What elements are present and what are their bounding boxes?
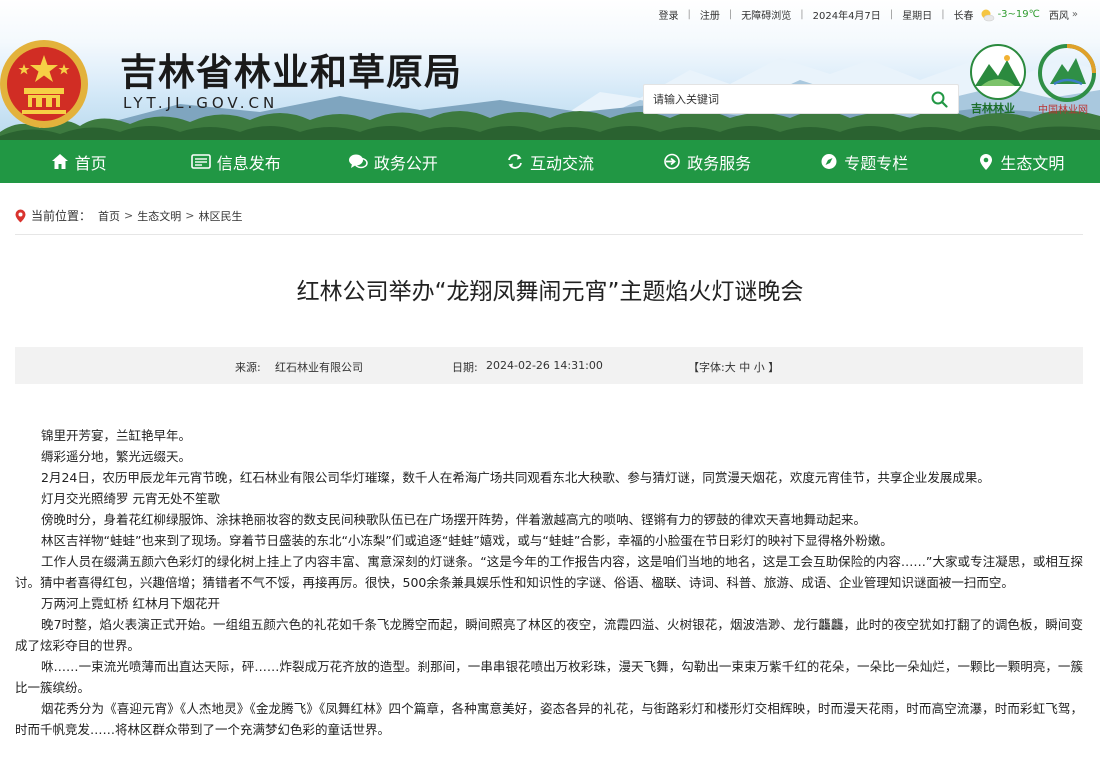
login-icon [664, 153, 680, 170]
nav-label: 生态文明 [1000, 153, 1065, 173]
main-nav: 首页 信息发布 政务公开 互动交流 政务服务 专题专栏 生态文明 [0, 140, 1100, 183]
date-label: 日期: [452, 361, 478, 374]
source-label: 来源: [235, 361, 261, 374]
home-icon [51, 154, 68, 169]
breadcrumb-item-ecology[interactable]: 生态文明 [137, 208, 181, 224]
article-paragraph: 晚7时整，焰火表演正式开始。一组组五颜六色的礼花如千条飞龙腾空而起，瞬间照亮了林… [15, 617, 1083, 653]
site-header: 登录 | 注册 | 无障碍浏览 | 2024年4月7日 | 星期日 | 长春 -… [0, 0, 1100, 140]
article-paragraph: 2月24日，农历甲辰龙年元宵节晚，红石林业有限公司华灯璀璨，数千人在希海广场共同… [41, 470, 990, 485]
divider: | [728, 9, 733, 20]
nav-label: 政务公开 [373, 153, 438, 173]
nav-item-special[interactable]: 专题专栏 [786, 140, 943, 183]
article-paragraph: 烟花秀分为《喜迎元宵》《人杰地灵》《金龙腾飞》《凤舞红林》四个篇章，各种寓意美好… [15, 701, 1083, 737]
nav-label: 政务服务 [687, 153, 752, 173]
chat-icon [348, 154, 368, 169]
font-size-small[interactable]: 小 [754, 361, 765, 374]
divider: | [800, 9, 804, 20]
nav-item-interaction[interactable]: 互动交流 [471, 140, 628, 183]
top-utility-bar: 登录 | 注册 | 无障碍浏览 | 2024年4月7日 | 星期日 | 长春 -… [659, 7, 1078, 22]
nav-label: 互动交流 [529, 153, 594, 173]
article-paragraph: 咻……一束流光喷薄而出直达天际，砰……炸裂成万花齐放的造型。刹那间，一串串银花喷… [15, 659, 1083, 695]
article-paragraph: 林区吉祥物“蛙蛙”也来到了现场。穿着节日盛装的东北“小冻梨”们或追逐“蛙蛙”嬉戏… [41, 533, 893, 548]
nav-item-ecology[interactable]: 生态文明 [943, 140, 1100, 183]
divider [15, 234, 1083, 235]
login-link[interactable]: 登录 [659, 7, 679, 22]
national-emblem-icon [0, 40, 88, 128]
font-size-prefix: 【字体: [688, 361, 725, 374]
search-box [643, 84, 959, 114]
source-value: 红石林业有限公司 [275, 361, 363, 374]
breadcrumb-item-livelihood[interactable]: 林区民生 [198, 208, 242, 224]
article-paragraph: 万两河上霓虹桥 红林月下烟花开 [41, 596, 220, 611]
wind-text: 西风 [1048, 11, 1069, 22]
compass-icon [821, 154, 837, 169]
document-icon [190, 154, 211, 169]
font-size-large[interactable]: 大 [725, 361, 736, 374]
nav-item-service[interactable]: 政务服务 [629, 140, 786, 183]
breadcrumb-separator: > [124, 209, 134, 222]
nav-item-home[interactable]: 首页 [0, 140, 157, 183]
china-forestry-text: 中国林业网 [1038, 105, 1088, 116]
divider: | [687, 9, 691, 20]
font-size-control: 【字体:大 中 小 】 [688, 359, 779, 375]
font-size-suffix: 】 [768, 361, 780, 374]
search-input[interactable] [644, 85, 919, 113]
accessible-link[interactable]: 无障碍浏览 [741, 7, 791, 22]
jilin-forestry-text: 吉林林业 [971, 102, 1015, 115]
register-link[interactable]: 注册 [700, 7, 720, 22]
divider: | [889, 9, 894, 20]
article-paragraph: 灯月交光照绮罗 元宵无处不笙歌 [41, 491, 220, 506]
article-meta: 来源: 红石林业有限公司 日期: 2024-02-26 14:31:00 【字体… [15, 347, 1083, 384]
article-paragraph: 工作人员在缀满五颜六色彩灯的绿化树上挂上了内容丰富、寓意深刻的灯谜条。“这是今年… [15, 554, 1083, 590]
article-paragraph: 缛彩遥分地，繁光远缀天。 [41, 449, 192, 464]
article-body: 锦里开芳宴，兰缸艳早年。 缛彩遥分地，繁光远缀天。 2月24日，农历甲辰龙年元宵… [15, 425, 1083, 740]
breadcrumb-separator: > [185, 209, 195, 222]
nav-item-info[interactable]: 信息发布 [157, 140, 314, 183]
font-size-medium[interactable]: 中 [739, 361, 750, 374]
breadcrumb: 当前位置： 首页 > 生态文明 > 林区民生 [15, 207, 242, 224]
double-arrow-icon[interactable]: » [1072, 9, 1078, 20]
breadcrumb-item-home[interactable]: 首页 [98, 208, 120, 224]
article-paragraph: 锦里开芳宴，兰缸艳早年。 [41, 428, 192, 443]
nav-item-open-gov[interactable]: 政务公开 [314, 140, 471, 183]
article-title: 红林公司举办“龙翔凤舞闹元宵”主题焰火灯谜晚会 [296, 279, 804, 305]
search-icon [931, 91, 948, 108]
search-button[interactable] [920, 85, 958, 113]
nav-label: 专题专栏 [844, 153, 909, 173]
site-title: 吉林省林业和草原局 [120, 50, 462, 94]
nav-label: 信息发布 [216, 153, 281, 173]
pin-icon [980, 153, 993, 170]
city-text: 长春 [953, 11, 974, 22]
site-domain: LYT.JL.GOV.CN [123, 94, 279, 112]
location-pin-icon [15, 209, 26, 222]
date-value: 2024-02-26 14:31:00 [486, 359, 603, 372]
breadcrumb-label: 当前位置： [31, 209, 92, 223]
divider: | [941, 9, 945, 20]
temperature-text: -3~19℃ [997, 9, 1040, 20]
sun-cloud-icon [981, 9, 994, 21]
refresh-icon [508, 154, 522, 169]
china-forestry-logo[interactable] [1036, 42, 1098, 104]
nav-label: 首页 [74, 153, 107, 173]
weekday-text: 星期日 [902, 11, 933, 22]
date-text: 2024年4月7日 [812, 11, 881, 22]
article-paragraph: 傍晚时分，身着花红柳绿服饰、涂抹艳丽妆容的数支民间秧歌队伍已在广场摆开阵势，伴着… [41, 512, 867, 527]
